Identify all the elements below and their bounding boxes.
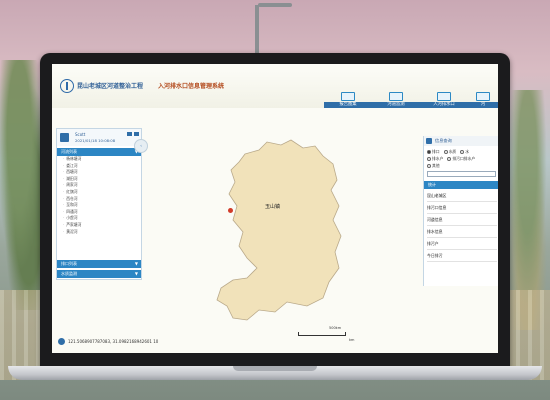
background-lamp-head bbox=[258, 3, 292, 7]
tab-label: 河道监测 bbox=[372, 102, 420, 108]
district-boundary bbox=[216, 139, 342, 321]
outfall-list-header[interactable]: 排口列表 ▼ bbox=[57, 260, 141, 268]
list-item[interactable]: · 黄泥河 bbox=[63, 229, 139, 236]
river-name: 西塘河 bbox=[66, 169, 78, 175]
coordinate-readout: 121.5068907787083, 31.0982168942601 10 bbox=[68, 339, 159, 344]
district-map[interactable] bbox=[147, 112, 415, 348]
left-panel: Scott 2021/01/18 10:08:08 河流列表 ▼ ·杨林塘河 ·… bbox=[56, 128, 142, 280]
map-place-label: 玉山镇 bbox=[265, 204, 281, 210]
chevron-down-icon: ▼ bbox=[134, 271, 138, 276]
list-item[interactable]: · 杨林塘河 bbox=[63, 156, 139, 163]
list-item[interactable]: · 湖田河 bbox=[63, 176, 139, 183]
list-item[interactable]: 排污口信息 bbox=[427, 203, 497, 214]
radio-other[interactable]: 其他 bbox=[427, 163, 440, 169]
map-scale-bar bbox=[298, 332, 346, 336]
app-subtitle: 入河排水口信息管理系统 bbox=[158, 83, 225, 90]
river-list-title: 河流列表 bbox=[61, 149, 77, 154]
background-lamp-post bbox=[255, 5, 259, 60]
river-name: 至和河 bbox=[66, 202, 78, 208]
river-name: 芦家塘河 bbox=[66, 221, 82, 227]
river-name: 黄泥河 bbox=[66, 228, 78, 234]
river-list: · 杨林塘河 · 娄江河 · 西塘河 · 湖田河 · 周家河 · 红旗河 · 西仓河 · 至和河… bbox=[63, 156, 139, 235]
right-panel: 信息查询 排口 水质 水 排水户 排污口排水户 其他 统计 昆山老城区 排污口信… bbox=[423, 136, 498, 286]
tab-label: 入河排水口 bbox=[420, 102, 468, 108]
query-panel-title: 信息查询 bbox=[435, 138, 452, 143]
river-name: 娄江河 bbox=[66, 162, 78, 168]
list-item[interactable]: · 西仓河 bbox=[63, 196, 139, 203]
monitor-icon bbox=[389, 92, 403, 101]
location-icon bbox=[58, 338, 65, 345]
radio-outfall-drainage-user[interactable]: 排污口排水户 bbox=[447, 156, 475, 162]
tab-river-monitor[interactable]: 河道监测 bbox=[372, 92, 420, 108]
radio-group-2: 排水户 排污口排水户 bbox=[427, 156, 475, 162]
river-name: 红旗河 bbox=[66, 188, 78, 194]
chart-icon bbox=[341, 92, 355, 101]
radio-drainage-user[interactable]: 排水户 bbox=[427, 156, 443, 162]
avatar bbox=[60, 133, 69, 142]
scale-label-top: 500km bbox=[329, 326, 342, 330]
laptop-notch bbox=[233, 366, 317, 371]
list-item[interactable]: · 芦家塘河 bbox=[63, 222, 139, 229]
list-item[interactable]: · 西塘河 bbox=[63, 169, 139, 176]
settings-icon[interactable] bbox=[134, 132, 139, 136]
list-item[interactable]: · 周家河 bbox=[63, 182, 139, 189]
water-quality-title: 水质监测 bbox=[61, 271, 77, 276]
outfall-icon bbox=[437, 92, 451, 101]
query-panel-header: 信息查询 bbox=[424, 136, 498, 146]
radio-outfall[interactable]: 排口 bbox=[427, 149, 440, 155]
radio-water-quality[interactable]: 水质 bbox=[443, 149, 456, 155]
tab-report-gallery[interactable]: 报告图集 bbox=[324, 92, 372, 108]
top-nav: 报告图集 河道监测 入河排水口 河 bbox=[324, 92, 498, 108]
river-name: 四通河 bbox=[66, 208, 78, 214]
stats-list-header: 统计 bbox=[424, 181, 498, 189]
river-list-header[interactable]: 河流列表 ▼ bbox=[57, 148, 141, 156]
outfall-list-title: 排口列表 bbox=[61, 261, 77, 266]
more-icon bbox=[476, 92, 490, 101]
water-quality-header[interactable]: 水质监测 ▼ bbox=[57, 270, 141, 278]
chevron-down-icon: ▼ bbox=[134, 261, 138, 266]
list-item[interactable]: · 至和河 bbox=[63, 202, 139, 209]
river-name: 周家河 bbox=[66, 182, 78, 188]
river-name: 西仓河 bbox=[66, 195, 78, 201]
radio-water[interactable]: 水 bbox=[460, 149, 469, 155]
search-icon bbox=[426, 138, 432, 144]
user-name: Scott bbox=[75, 132, 86, 137]
river-name: 杨林塘河 bbox=[66, 156, 82, 161]
user-info: Scott 2021/01/18 10:08:08 bbox=[57, 129, 141, 146]
app-header: 昆山老城区河道整治工程 入河排水口信息管理系统 报告图集 河道监测 入河排水口 … bbox=[52, 64, 498, 108]
user-datetime: 2021/01/18 10:08:08 bbox=[75, 138, 116, 143]
list-item[interactable]: · 小虞河 bbox=[63, 215, 139, 222]
tab-outfall[interactable]: 入河排水口 bbox=[420, 92, 468, 108]
logo-icon bbox=[60, 79, 74, 93]
list-item[interactable]: 河道信息 bbox=[427, 215, 497, 226]
list-item[interactable]: 今日排污 bbox=[427, 251, 497, 262]
list-item[interactable]: 昆山老城区 bbox=[427, 191, 497, 202]
list-item[interactable]: 排污户 bbox=[427, 239, 497, 250]
app-screen: 昆山老城区河道整治工程 入河排水口信息管理系统 报告图集 河道监测 入河排水口 … bbox=[52, 64, 498, 353]
list-item[interactable]: 排水信息 bbox=[427, 227, 497, 238]
scale-label-bottom: km bbox=[349, 338, 355, 342]
radio-group-1: 排口 水质 水 bbox=[427, 149, 469, 155]
tab-label: 河 bbox=[468, 102, 498, 108]
radio-group-3: 其他 bbox=[427, 163, 440, 169]
tab-more[interactable]: 河 bbox=[468, 92, 498, 108]
river-name: 湖田河 bbox=[66, 175, 78, 181]
list-item[interactable]: · 娄江河 bbox=[63, 163, 139, 170]
map-marker-icon[interactable] bbox=[228, 208, 233, 213]
list-item[interactable]: · 红旗河 bbox=[63, 189, 139, 196]
app-title: 昆山老城区河道整治工程 bbox=[77, 83, 144, 90]
list-item[interactable]: · 四通河 bbox=[63, 209, 139, 216]
collapse-panel-button[interactable]: ‹ bbox=[134, 139, 148, 153]
tab-label: 报告图集 bbox=[324, 102, 372, 108]
message-icon[interactable] bbox=[127, 132, 132, 136]
river-name: 小虞河 bbox=[66, 215, 78, 221]
search-input[interactable] bbox=[427, 171, 496, 177]
